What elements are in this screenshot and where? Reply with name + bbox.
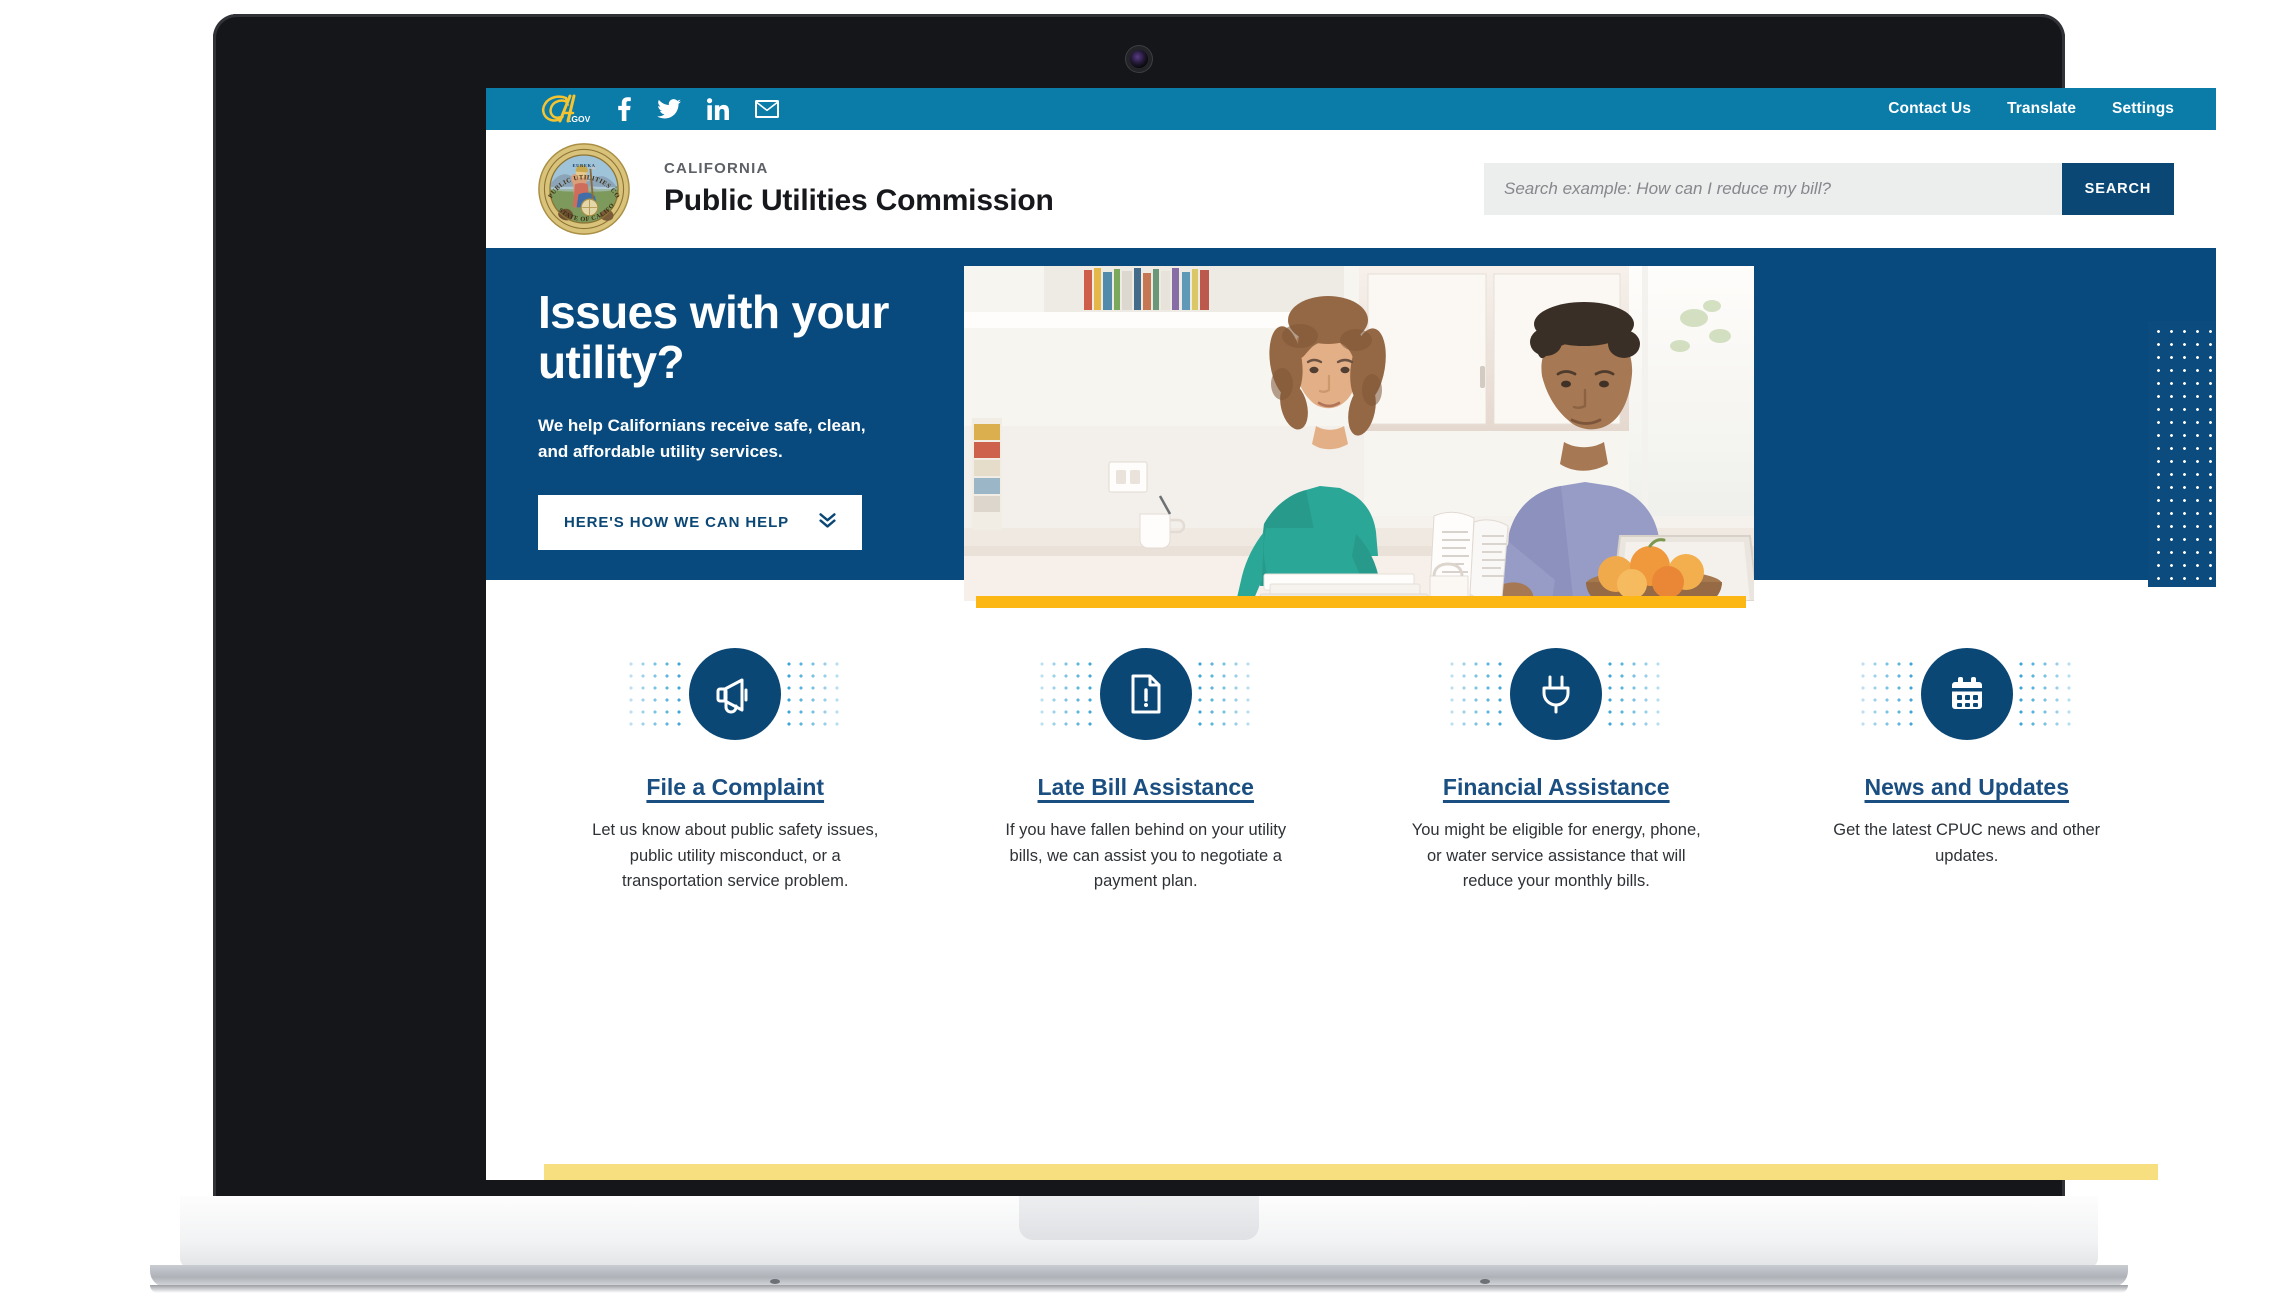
heres-how-we-can-help-button[interactable]: HERE'S HOW WE CAN HELP [538,495,863,550]
contact-us-link[interactable]: Contact Us [1888,100,1971,118]
foot-detail-right [1480,1279,1490,1284]
laptop-base [180,1196,2098,1268]
translate-link[interactable]: Translate [2007,100,2076,118]
card-title-link[interactable]: Late Bill Assistance [1038,774,1254,801]
hero-accent-bar [976,596,1746,608]
dot-pattern-left [1035,658,1098,730]
dot-pattern-left [1856,658,1919,730]
webcam-icon [1130,50,1148,68]
foot-detail-left [770,1279,780,1284]
card-description: You might be eligible for energy, phone,… [1411,821,1701,891]
twitter-icon[interactable] [657,99,681,119]
dot-pattern-left [625,658,688,730]
utility-topbar: .GOV Contact Us Translate Settings [486,88,2216,130]
card-late-bill-assistance[interactable]: Late Bill Assistance If you have fallen … [941,642,1352,910]
search-input[interactable] [1484,163,2062,215]
topbar-links: Contact Us Translate Settings [1888,100,2174,118]
site-search: SEARCH [1484,163,2174,215]
hero-cta-label: HERE'S HOW WE CAN HELP [564,514,790,531]
dot-pattern-right [783,658,846,730]
search-button[interactable]: SEARCH [2062,163,2174,215]
card-icon-area [1776,642,2159,746]
card-icon-area [544,642,927,746]
calendar-icon [1920,648,2013,740]
card-title-link[interactable]: File a Complaint [646,774,824,801]
browser-screen: .GOV Contact Us Translate Settings PUBLI… [486,88,2216,1180]
card-title-link[interactable]: News and Updates [1865,774,2070,801]
double-chevron-down-icon [819,513,836,532]
card-description: Get the latest CPUC news and other updat… [1833,821,2101,865]
dot-pattern-left [1446,658,1509,730]
laptop-base-notch [1019,1196,1259,1240]
email-icon[interactable] [755,100,779,118]
social-links [618,97,779,121]
svg-text:.GOV: .GOV [569,114,591,124]
settings-link[interactable]: Settings [2112,100,2174,118]
svg-text:EUREKA: EUREKA [573,163,596,168]
brand-block: CALIFORNIA Public Utilities Commission [664,160,1054,218]
laptop-foot [150,1265,2128,1287]
card-title-link[interactable]: Financial Assistance [1443,774,1670,801]
power-plug-icon [1510,648,1603,740]
megaphone-icon [689,648,782,740]
dot-pattern-right [1193,658,1256,730]
card-file-a-complaint[interactable]: File a Complaint Let us know about publi… [530,642,941,910]
card-description: If you have fallen behind on your utilit… [1005,821,1287,891]
hero-dot-pattern [2148,321,2216,587]
hero-banner: Issues with your utility? We help Califo… [486,248,2216,608]
card-icon-area [1365,642,1748,746]
card-financial-assistance[interactable]: Financial Assistance You might be eligib… [1351,642,1762,910]
card-icon-area [955,642,1338,746]
dot-pattern-right [1604,658,1667,730]
linkedin-icon[interactable] [707,98,729,120]
bottom-accent-bar [544,1164,2158,1180]
laptop-mockup-stage: .GOV Contact Us Translate Settings PUBLI… [0,0,2277,1310]
laptop-lid: .GOV Contact Us Translate Settings PUBLI… [213,14,2216,1210]
card-news-and-updates[interactable]: News and Updates Get the latest CPUC new… [1762,642,2173,910]
ca-gov-logo-icon[interactable]: .GOV [538,94,594,124]
feature-cards: File a Complaint Let us know about publi… [486,580,2216,910]
hero-title: Issues with your utility? [538,286,889,388]
california-state-seal-icon: PUBLIC UTILITIES COMMISSION STATE OF CAL… [538,143,630,235]
hero-subtitle: We help Californians receive safe, clean… [538,416,866,462]
site-masthead: PUBLIC UTILITIES COMMISSION STATE OF CAL… [486,130,2216,248]
facebook-icon[interactable] [618,97,631,121]
document-alert-icon [1099,648,1192,740]
card-description: Let us know about public safety issues, … [592,821,879,891]
dot-pattern-right [2014,658,2077,730]
hero-copy: Issues with your utility? We help Califo… [538,248,968,550]
page-title: Public Utilities Commission [664,184,1054,217]
brand-eyebrow: CALIFORNIA [664,160,769,177]
hero-photo [964,266,1754,601]
